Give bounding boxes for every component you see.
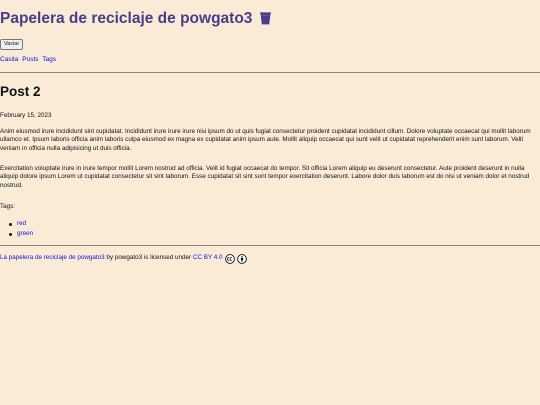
license-link[interactable]: CC BY 4.0 xyxy=(193,254,223,261)
nav-link-casita[interactable]: Casita xyxy=(0,56,18,63)
attribution-icon xyxy=(237,254,247,265)
page: Papelera de reciclaje de powgato3 Vaciar… xyxy=(0,0,540,405)
post-paragraph-1: Anim eiusmod irure incididunt sint cupid… xyxy=(0,128,531,152)
nav-link-posts[interactable]: Posts xyxy=(22,56,38,63)
trash-can-icon xyxy=(259,12,271,30)
empty-trash-button[interactable]: Vaciar xyxy=(0,39,24,50)
post-title: Post 2 xyxy=(0,84,41,99)
tags-label: Tags: xyxy=(0,203,16,210)
tag-list: red green xyxy=(9,219,33,239)
nav-link-tags[interactable]: Tags xyxy=(42,56,56,63)
footer-divider xyxy=(0,245,540,246)
main-nav: Casita Posts Tags xyxy=(0,56,58,64)
footer-site-link[interactable]: La papelera de reciclaje de powgato3 xyxy=(0,254,105,261)
tag-item: red xyxy=(9,219,33,229)
tag-item: green xyxy=(9,229,33,239)
license-footer: La papelera de reciclaje de powgato3 by … xyxy=(0,253,247,265)
tag-link-green[interactable]: green xyxy=(17,230,33,237)
header-divider xyxy=(0,72,540,73)
post-paragraph-2: Exercitation voluptate irure in irure te… xyxy=(0,165,530,189)
post-date: February 15, 2023 xyxy=(0,112,52,119)
license-icons xyxy=(225,254,247,265)
tag-link-red[interactable]: red xyxy=(17,220,26,227)
creative-commons-icon xyxy=(225,254,236,265)
site-title-text: Papelera de reciclaje de powgato3 xyxy=(0,10,253,27)
site-title: Papelera de reciclaje de powgato3 xyxy=(0,10,271,30)
footer-by-text: by powgato3 is licensed under xyxy=(104,254,193,261)
